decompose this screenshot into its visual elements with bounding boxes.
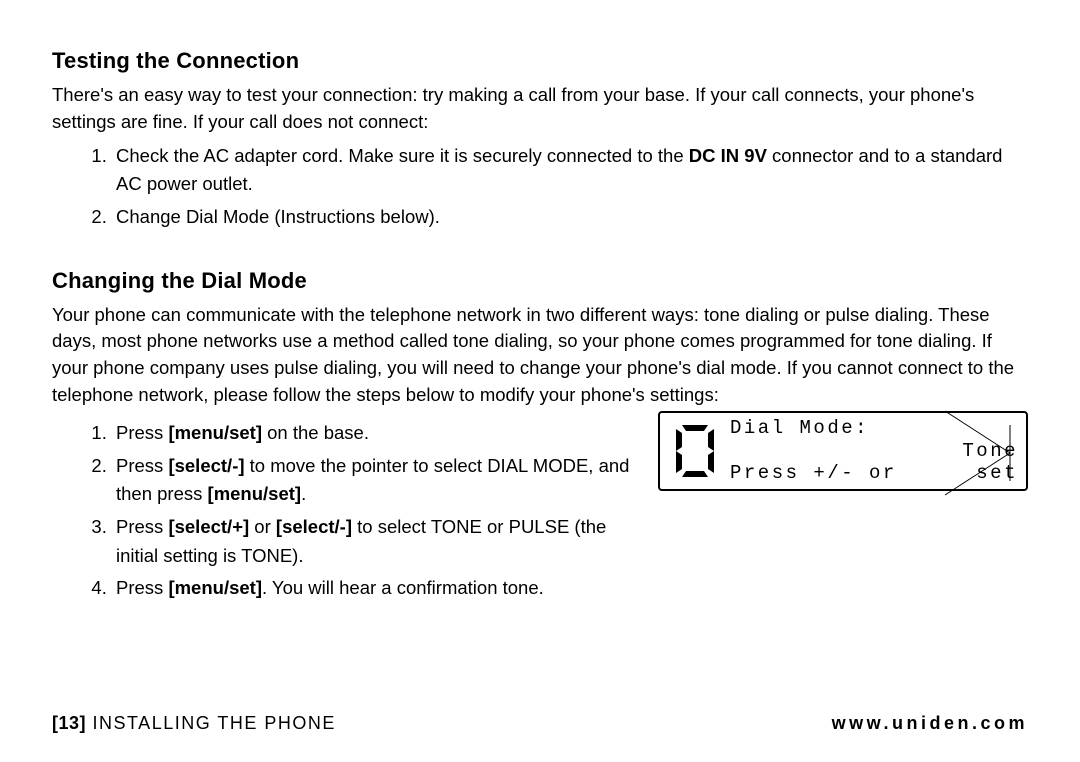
list-item: Press [select/+] or [select/-] to select… <box>112 513 640 570</box>
step-bold: [menu/set] <box>208 483 302 504</box>
lcd-digit-area <box>660 413 730 489</box>
list-item: Press [select/-] to move the pointer to … <box>112 452 640 509</box>
step-bold: [select/-] <box>276 516 352 537</box>
page-footer: [13] INSTALLING THE PHONE www.uniden.com <box>52 713 1028 734</box>
heading-changing-dial-mode: Changing the Dial Mode <box>52 268 1028 294</box>
manual-page: Testing the Connection There's an easy w… <box>0 0 1080 762</box>
step-text: . You will hear a confirmation tone. <box>262 577 544 598</box>
footer-url: www.uniden.com <box>832 713 1028 734</box>
footer-page-number: [13] <box>52 713 86 733</box>
list-item: Change Dial Mode (Instructions below). <box>112 203 1028 232</box>
seven-segment-zero-icon <box>676 425 714 477</box>
dialmode-steps-col: Press [menu/set] on the base.Press [sele… <box>52 415 640 607</box>
lcd-line-3: Press +/- or set <box>730 462 1018 485</box>
step-bold: [menu/set] <box>168 422 262 443</box>
list-item: Press [menu/set] on the base. <box>112 419 640 448</box>
lcd-line-2-right: Tone <box>962 440 1018 463</box>
lcd-wrap: Dial Mode: Tone Press +/- or set <box>658 411 1028 491</box>
lcd-line-3-right: set <box>976 462 1018 485</box>
para-testing-intro: There's an easy way to test your connect… <box>52 82 1028 136</box>
lcd-line-1: Dial Mode: <box>730 417 1018 440</box>
step-bold: DC IN 9V <box>689 145 767 166</box>
list-item: Press [menu/set]. You will hear a confir… <box>112 574 640 603</box>
lcd-line-2: Tone <box>730 440 1018 463</box>
step-bold: [select/-] <box>168 455 244 476</box>
lcd-text-area: Dial Mode: Tone Press +/- or set <box>730 413 1026 489</box>
step-text: . <box>301 483 306 504</box>
step-text: Press <box>116 455 168 476</box>
list-item: Check the AC adapter cord. Make sure it … <box>112 142 1028 199</box>
step-text: Check the AC adapter cord. Make sure it … <box>116 145 689 166</box>
footer-left: [13] INSTALLING THE PHONE <box>52 713 336 734</box>
list-testing-steps: Check the AC adapter cord. Make sure it … <box>52 142 1028 232</box>
step-text: Press <box>116 577 168 598</box>
para-dialmode-intro: Your phone can communicate with the tele… <box>52 302 1028 409</box>
step-text: Press <box>116 422 168 443</box>
lcd-display: Dial Mode: Tone Press +/- or set <box>658 411 1028 491</box>
lcd-line-3-left: Press +/- or <box>730 462 897 485</box>
footer-chapter: INSTALLING THE PHONE <box>86 713 336 733</box>
list-dialmode-steps: Press [menu/set] on the base.Press [sele… <box>52 419 640 603</box>
step-text: Change Dial Mode (Instructions below). <box>116 206 440 227</box>
step-text: on the base. <box>262 422 369 443</box>
heading-testing-connection: Testing the Connection <box>52 48 1028 74</box>
steps-and-lcd-row: Press [menu/set] on the base.Press [sele… <box>52 415 1028 607</box>
step-bold: [select/+] <box>168 516 249 537</box>
step-bold: [menu/set] <box>168 577 262 598</box>
step-text: Press <box>116 516 168 537</box>
step-text: or <box>249 516 276 537</box>
